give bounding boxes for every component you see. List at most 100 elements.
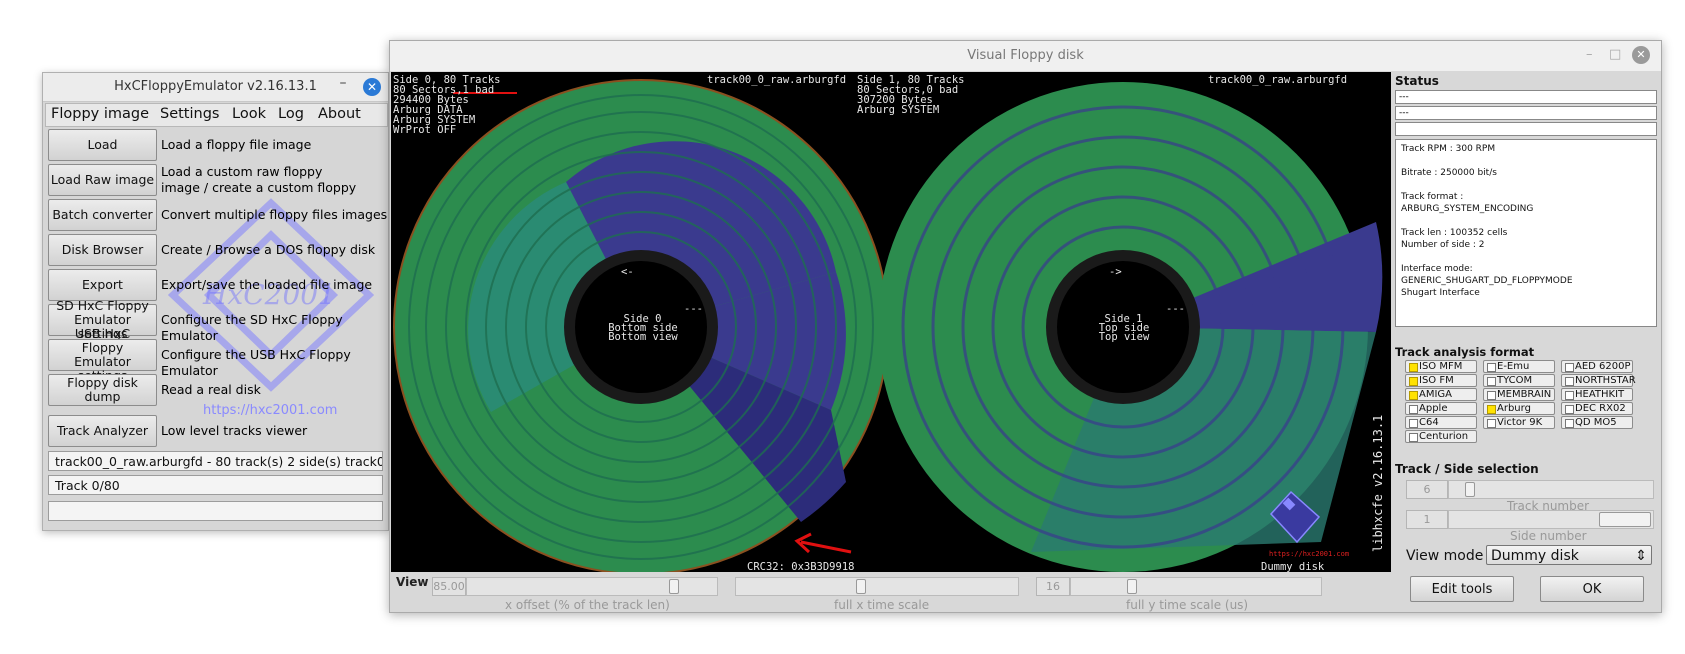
checkbox-icon (1487, 391, 1496, 400)
checkbox-icon (1487, 363, 1496, 372)
view-mode-value: Dummy disk (1491, 548, 1579, 564)
disk-visualization (393, 79, 1383, 572)
format-checkbox[interactable]: ISO MFM (1405, 360, 1477, 373)
format-checkbox[interactable]: DEC RX02 (1561, 402, 1633, 415)
status-line (1401, 155, 1651, 167)
y-time-value[interactable]: 16 (1036, 577, 1070, 596)
slider-thumb[interactable] (669, 579, 679, 594)
format-label: TYCOM (1497, 375, 1533, 386)
format-label: Victor 9K (1497, 417, 1543, 428)
y-time-slider[interactable] (1070, 577, 1322, 596)
checkbox-icon (1409, 405, 1418, 414)
status-title: Status (1395, 74, 1439, 88)
side-number-spinner[interactable]: 1 (1406, 510, 1448, 529)
crc32: CRC32: 0x3B3D9918 (747, 561, 855, 573)
format-label: ISO MFM (1419, 361, 1463, 372)
y-time-label: full y time scale (us) (1126, 598, 1249, 612)
track-status: Track 0/80 (48, 475, 383, 495)
load-raw-image-button[interactable]: Load Raw image (48, 164, 157, 196)
format-checkbox[interactable]: ISO FM (1405, 374, 1477, 387)
vfd-window-title: Visual Floppy disk (967, 48, 1084, 63)
format-checkbox[interactable]: Arburg (1483, 402, 1555, 415)
format-checkbox[interactable]: Apple (1405, 402, 1477, 415)
checkbox-icon (1409, 433, 1418, 442)
format-checkbox[interactable]: NORTHSTAR (1561, 374, 1636, 387)
disk-view[interactable]: Side 0, 80 Tracks 80 Sectors,1 bad 29440… (391, 72, 1391, 572)
usb-hxc-settings-button[interactable]: USB HxC Floppy Emulator settings (48, 327, 157, 383)
slider-thumb[interactable] (856, 579, 866, 594)
load-raw-description: Load a custom raw floppy image / create … (161, 164, 357, 195)
format-checkbox[interactable]: Victor 9K (1483, 416, 1555, 429)
checkbox-icon (1487, 419, 1496, 428)
menu-log[interactable]: Log (278, 106, 304, 122)
sd-hxc-description: Configure the SD HxC Floppy Emulator (161, 312, 343, 343)
loaded-file-info: track00_0_raw.arburgfd - 80 track(s) 2 s… (48, 451, 383, 471)
checkbox-icon (1565, 377, 1574, 386)
minimize-button[interactable]: – (1586, 47, 1593, 62)
side-number-slider[interactable] (1448, 510, 1654, 529)
checkbox-icon (1565, 419, 1574, 428)
logo-url: https://hxc2001.com (1269, 550, 1350, 558)
status-line: Track len : 100352 cells (1401, 228, 1508, 238)
status-line (1401, 215, 1651, 227)
close-button[interactable]: ✕ (363, 78, 381, 96)
x-time-slider[interactable] (735, 577, 1019, 596)
hxc-url[interactable]: https://hxc2001.com (203, 403, 337, 418)
ok-button[interactable]: OK (1540, 576, 1644, 602)
edit-tools-button[interactable]: Edit tools (1410, 576, 1514, 602)
visual-floppy-window: Visual Floppy disk – □ ✕ Side 0, 80 Trac… (389, 40, 1662, 613)
side0-info-6: WrProt OFF (393, 124, 457, 136)
maximize-button[interactable]: □ (1609, 47, 1621, 62)
checkbox-icon (1409, 377, 1418, 386)
x-offset-slider[interactable] (466, 577, 718, 596)
usb-hxc-description: Configure the USB HxC Floppy Emulator (161, 347, 351, 378)
format-checkbox[interactable]: Centurion (1405, 430, 1477, 443)
format-checkbox[interactable]: AMIGA MFM (1405, 388, 1477, 412)
status-line: Track format : (1401, 192, 1464, 202)
status-line (1401, 179, 1651, 191)
format-checkbox[interactable]: C64 (1405, 416, 1477, 429)
format-checkbox[interactable]: TYCOM (1483, 374, 1555, 387)
menubar: Floppy image Settings Look Log About (45, 103, 388, 127)
status-line: Interface mode: (1401, 264, 1473, 274)
menu-about[interactable]: About (318, 106, 361, 122)
hxc-main-window: HxCFloppyEmulator v2.16.13.1 – ✕ Floppy … (42, 72, 389, 531)
floppy-dump-description: Read a real disk (161, 382, 261, 397)
batch-converter-button[interactable]: Batch converter (48, 199, 157, 231)
menu-look[interactable]: Look (232, 106, 266, 122)
batch-converter-description: Convert multiple floppy files images (161, 207, 388, 222)
format-checkbox[interactable]: HEATHKIT (1561, 388, 1633, 401)
format-checkbox[interactable]: MEMBRAIN (1483, 388, 1555, 401)
view-mode-select[interactable]: Dummy disk ⇕ (1486, 545, 1652, 565)
format-label: Arburg (1497, 403, 1531, 414)
side-number-label: Side number (1510, 529, 1587, 543)
x-offset-value[interactable]: 85.00 (432, 577, 466, 596)
disk-browser-button[interactable]: Disk Browser (48, 234, 157, 266)
format-checkbox[interactable]: E-Emu (1483, 360, 1555, 373)
track-number-spinner[interactable]: 6 (1406, 480, 1448, 499)
format-label: MEMBRAIN (1497, 389, 1552, 400)
track-side-title: Track / Side selection (1395, 462, 1539, 476)
checkbox-icon (1565, 405, 1574, 414)
slider-thumb[interactable] (1465, 482, 1475, 497)
load-button[interactable]: Load (48, 129, 157, 161)
format-checkbox[interactable]: QD MO5 (1561, 416, 1633, 429)
format-label: HEATHKIT (1575, 389, 1625, 400)
format-checkbox[interactable]: AED 6200P (1561, 360, 1633, 373)
menu-settings[interactable]: Settings (160, 106, 219, 122)
minimize-button[interactable]: – (335, 75, 351, 91)
menu-floppy-image[interactable]: Floppy image (51, 106, 149, 122)
track-analyzer-button[interactable]: Track Analyzer (48, 415, 157, 447)
export-button[interactable]: Export (48, 269, 157, 301)
floppy-disk-dump-button[interactable]: Floppy disk dump (48, 374, 157, 406)
slider-thumb[interactable] (1599, 512, 1651, 527)
track-number-slider[interactable] (1448, 480, 1654, 499)
format-label: AED 6200P (1575, 361, 1631, 372)
view-label: View (396, 575, 429, 589)
close-button[interactable]: ✕ (1632, 46, 1650, 64)
status-field-2: --- (1395, 106, 1657, 120)
checkbox-icon (1487, 377, 1496, 386)
track-analysis-title: Track analysis format (1395, 345, 1535, 359)
side1-filename: track00_0_raw.arburgfd (1208, 74, 1348, 86)
slider-thumb[interactable] (1127, 579, 1137, 594)
